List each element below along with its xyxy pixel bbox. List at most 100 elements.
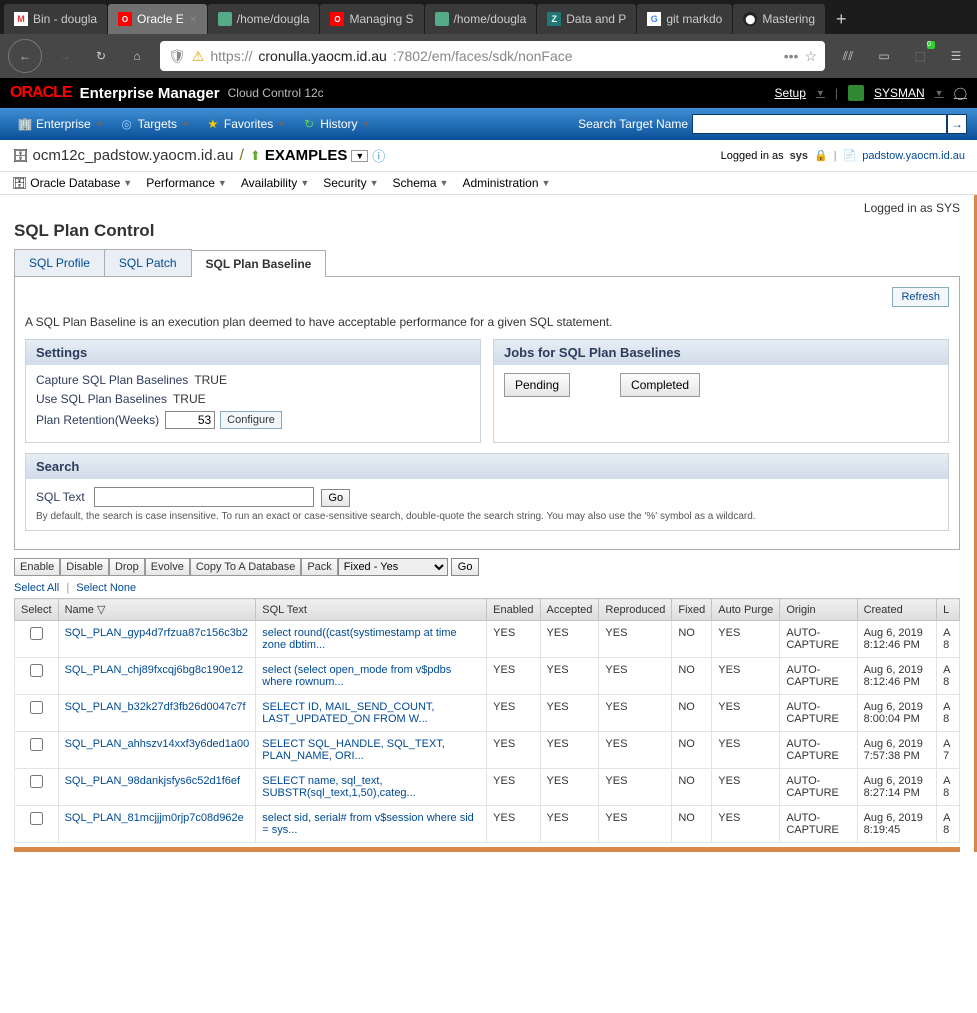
forward-button[interactable]: → [52, 43, 78, 69]
feed-icon[interactable]: ◯ [954, 86, 967, 100]
row-checkbox[interactable] [30, 627, 43, 640]
pack-button[interactable]: Pack [301, 558, 337, 576]
dropdown-button[interactable]: ▼ [351, 150, 368, 162]
tab-sql-patch[interactable]: SQL Patch [104, 249, 192, 276]
search-target-input[interactable] [692, 114, 947, 134]
lock-icon: ⚠ [192, 48, 205, 65]
db-link[interactable]: padstow.yaocm.id.au [862, 150, 965, 162]
browser-tab-active[interactable]: O Oracle E × [108, 4, 207, 34]
reader-icon[interactable]: ▭ [871, 43, 897, 69]
submenu-security[interactable]: Security▼ [323, 176, 378, 190]
action-go-button[interactable]: Go [451, 558, 480, 576]
th-auto-purge[interactable]: Auto Purge [712, 599, 780, 621]
back-button[interactable]: ← [8, 39, 42, 73]
th-name[interactable]: Name ▽ [58, 599, 256, 621]
sql-text-link[interactable]: select (select open_mode from v$pdbs whe… [262, 664, 451, 688]
browser-tab[interactable]: M Bin - dougla [4, 4, 107, 34]
star-icon[interactable]: ☆ [804, 48, 817, 65]
cell-created: Aug 6, 2019 8:27:14 PM [857, 769, 937, 806]
th-l[interactable]: L [937, 599, 960, 621]
sql-text-input[interactable] [94, 487, 314, 507]
browser-tab[interactable]: G git markdo [637, 4, 732, 34]
user-link[interactable]: SYSMAN [874, 86, 925, 100]
library-icon[interactable]: ⫽⫽ [835, 43, 861, 69]
submenu-schema[interactable]: Schema▼ [393, 176, 449, 190]
plan-name-link[interactable]: SQL_PLAN_chj89fxcqj6bg8c190e12 [65, 664, 244, 676]
th-fixed[interactable]: Fixed [672, 599, 712, 621]
submenu-administration[interactable]: Administration▼ [462, 176, 550, 190]
tab-sql-plan-baseline[interactable]: SQL Plan Baseline [191, 250, 327, 277]
extension-icon[interactable]: ⬚0 [907, 43, 933, 69]
plan-name-link[interactable]: SQL_PLAN_98dankjsfys6c52d1f6ef [65, 775, 241, 787]
cell-created: Aug 6, 2019 7:57:38 PM [857, 732, 937, 769]
search-go-button[interactable]: Go [321, 489, 350, 507]
baselines-table: Select Name ▽ SQL Text Enabled Accepted … [14, 598, 960, 843]
plan-name-link[interactable]: SQL_PLAN_81mcjjjm0rjp7c08d962e [65, 812, 244, 824]
sql-text-link[interactable]: select sid, serial# from v$session where… [262, 812, 474, 836]
menu-enterprise[interactable]: 🏢 Enterprise▼ [10, 108, 112, 140]
menu-history[interactable]: ↻ History▼ [294, 108, 378, 140]
select-links: Select All | Select None [14, 582, 960, 594]
enable-button[interactable]: Enable [14, 558, 60, 576]
sql-text-link[interactable]: SELECT ID, MAIL_SEND_COUNT, LAST_UPDATED… [262, 701, 434, 725]
th-accepted[interactable]: Accepted [540, 599, 599, 621]
em-subtitle: Cloud Control 12c [228, 86, 324, 100]
capture-value[interactable]: TRUE [194, 373, 227, 387]
capture-label: Capture SQL Plan Baselines [36, 373, 188, 387]
copy-button[interactable]: Copy To A Database [190, 558, 301, 576]
select-none-link[interactable]: Select None [76, 582, 136, 594]
submenu-availability[interactable]: Availability▼ [241, 176, 309, 190]
cell-origin: AUTO-CAPTURE [780, 695, 857, 732]
browser-tab[interactable]: O Managing S [320, 4, 423, 34]
pending-button[interactable]: Pending [504, 373, 570, 397]
menu-targets[interactable]: ◎ Targets▼ [112, 108, 198, 140]
th-select[interactable]: Select [15, 599, 59, 621]
th-reproduced[interactable]: Reproduced [599, 599, 672, 621]
configure-button[interactable]: Configure [220, 411, 282, 429]
th-enabled[interactable]: Enabled [487, 599, 540, 621]
retention-input[interactable] [165, 411, 215, 429]
completed-button[interactable]: Completed [620, 373, 700, 397]
plan-name-link[interactable]: SQL_PLAN_gyp4d7rfzua87c156c3b2 [65, 627, 248, 639]
row-checkbox[interactable] [30, 664, 43, 677]
refresh-button[interactable]: Refresh [892, 287, 949, 307]
browser-tab[interactable]: /home/dougla [208, 4, 320, 34]
info-icon[interactable]: ⓘ [372, 146, 385, 165]
more-icon[interactable]: ••• [784, 48, 799, 64]
browser-tab[interactable]: /home/dougla [425, 4, 537, 34]
cell-auto-purge: YES [712, 658, 780, 695]
menu-favorites[interactable]: ★ Favorites▼ [198, 108, 294, 140]
sql-text-link[interactable]: select round((cast(systimestamp at time … [262, 627, 456, 651]
browser-tab[interactable]: Z Data and P [537, 4, 636, 34]
row-checkbox[interactable] [30, 812, 43, 825]
reload-button[interactable]: ↻ [88, 43, 114, 69]
row-checkbox[interactable] [30, 701, 43, 714]
th-sql-text[interactable]: SQL Text [256, 599, 487, 621]
submenu-oracle-db[interactable]: 🗄 Oracle Database▼ [12, 176, 132, 190]
disable-button[interactable]: Disable [60, 558, 109, 576]
sql-text-link[interactable]: SELECT SQL_HANDLE, SQL_TEXT, PLAN_NAME, … [262, 738, 445, 762]
evolve-button[interactable]: Evolve [145, 558, 190, 576]
use-value[interactable]: TRUE [173, 392, 206, 406]
search-go-button[interactable]: → [947, 114, 967, 134]
browser-tab[interactable]: ⬤ Mastering [733, 4, 825, 34]
up-icon[interactable]: ⬆ [250, 148, 261, 164]
th-origin[interactable]: Origin [780, 599, 857, 621]
plan-name-link[interactable]: SQL_PLAN_b32k27df3fb26d0047c7f [65, 701, 246, 713]
select-all-link[interactable]: Select All [14, 582, 59, 594]
th-created[interactable]: Created [857, 599, 937, 621]
tab-sql-profile[interactable]: SQL Profile [14, 249, 105, 276]
submenu-performance[interactable]: Performance▼ [146, 176, 227, 190]
setup-link[interactable]: Setup [775, 86, 806, 100]
home-button[interactable]: ⌂ [124, 43, 150, 69]
row-checkbox[interactable] [30, 738, 43, 751]
drop-button[interactable]: Drop [109, 558, 145, 576]
close-icon[interactable]: × [190, 12, 197, 26]
new-tab-button[interactable]: + [826, 9, 857, 30]
row-checkbox[interactable] [30, 775, 43, 788]
menu-icon[interactable]: ☰ [943, 43, 969, 69]
plan-name-link[interactable]: SQL_PLAN_ahhszv14xxf3y6ded1a00 [65, 738, 250, 750]
url-bar[interactable]: 🛡 ⚠ https://cronulla.yaocm.id.au:7802/em… [160, 41, 825, 71]
fixed-select[interactable]: Fixed - Yes [338, 558, 448, 576]
sql-text-link[interactable]: SELECT name, sql_text, SUBSTR(sql_text,1… [262, 775, 415, 799]
